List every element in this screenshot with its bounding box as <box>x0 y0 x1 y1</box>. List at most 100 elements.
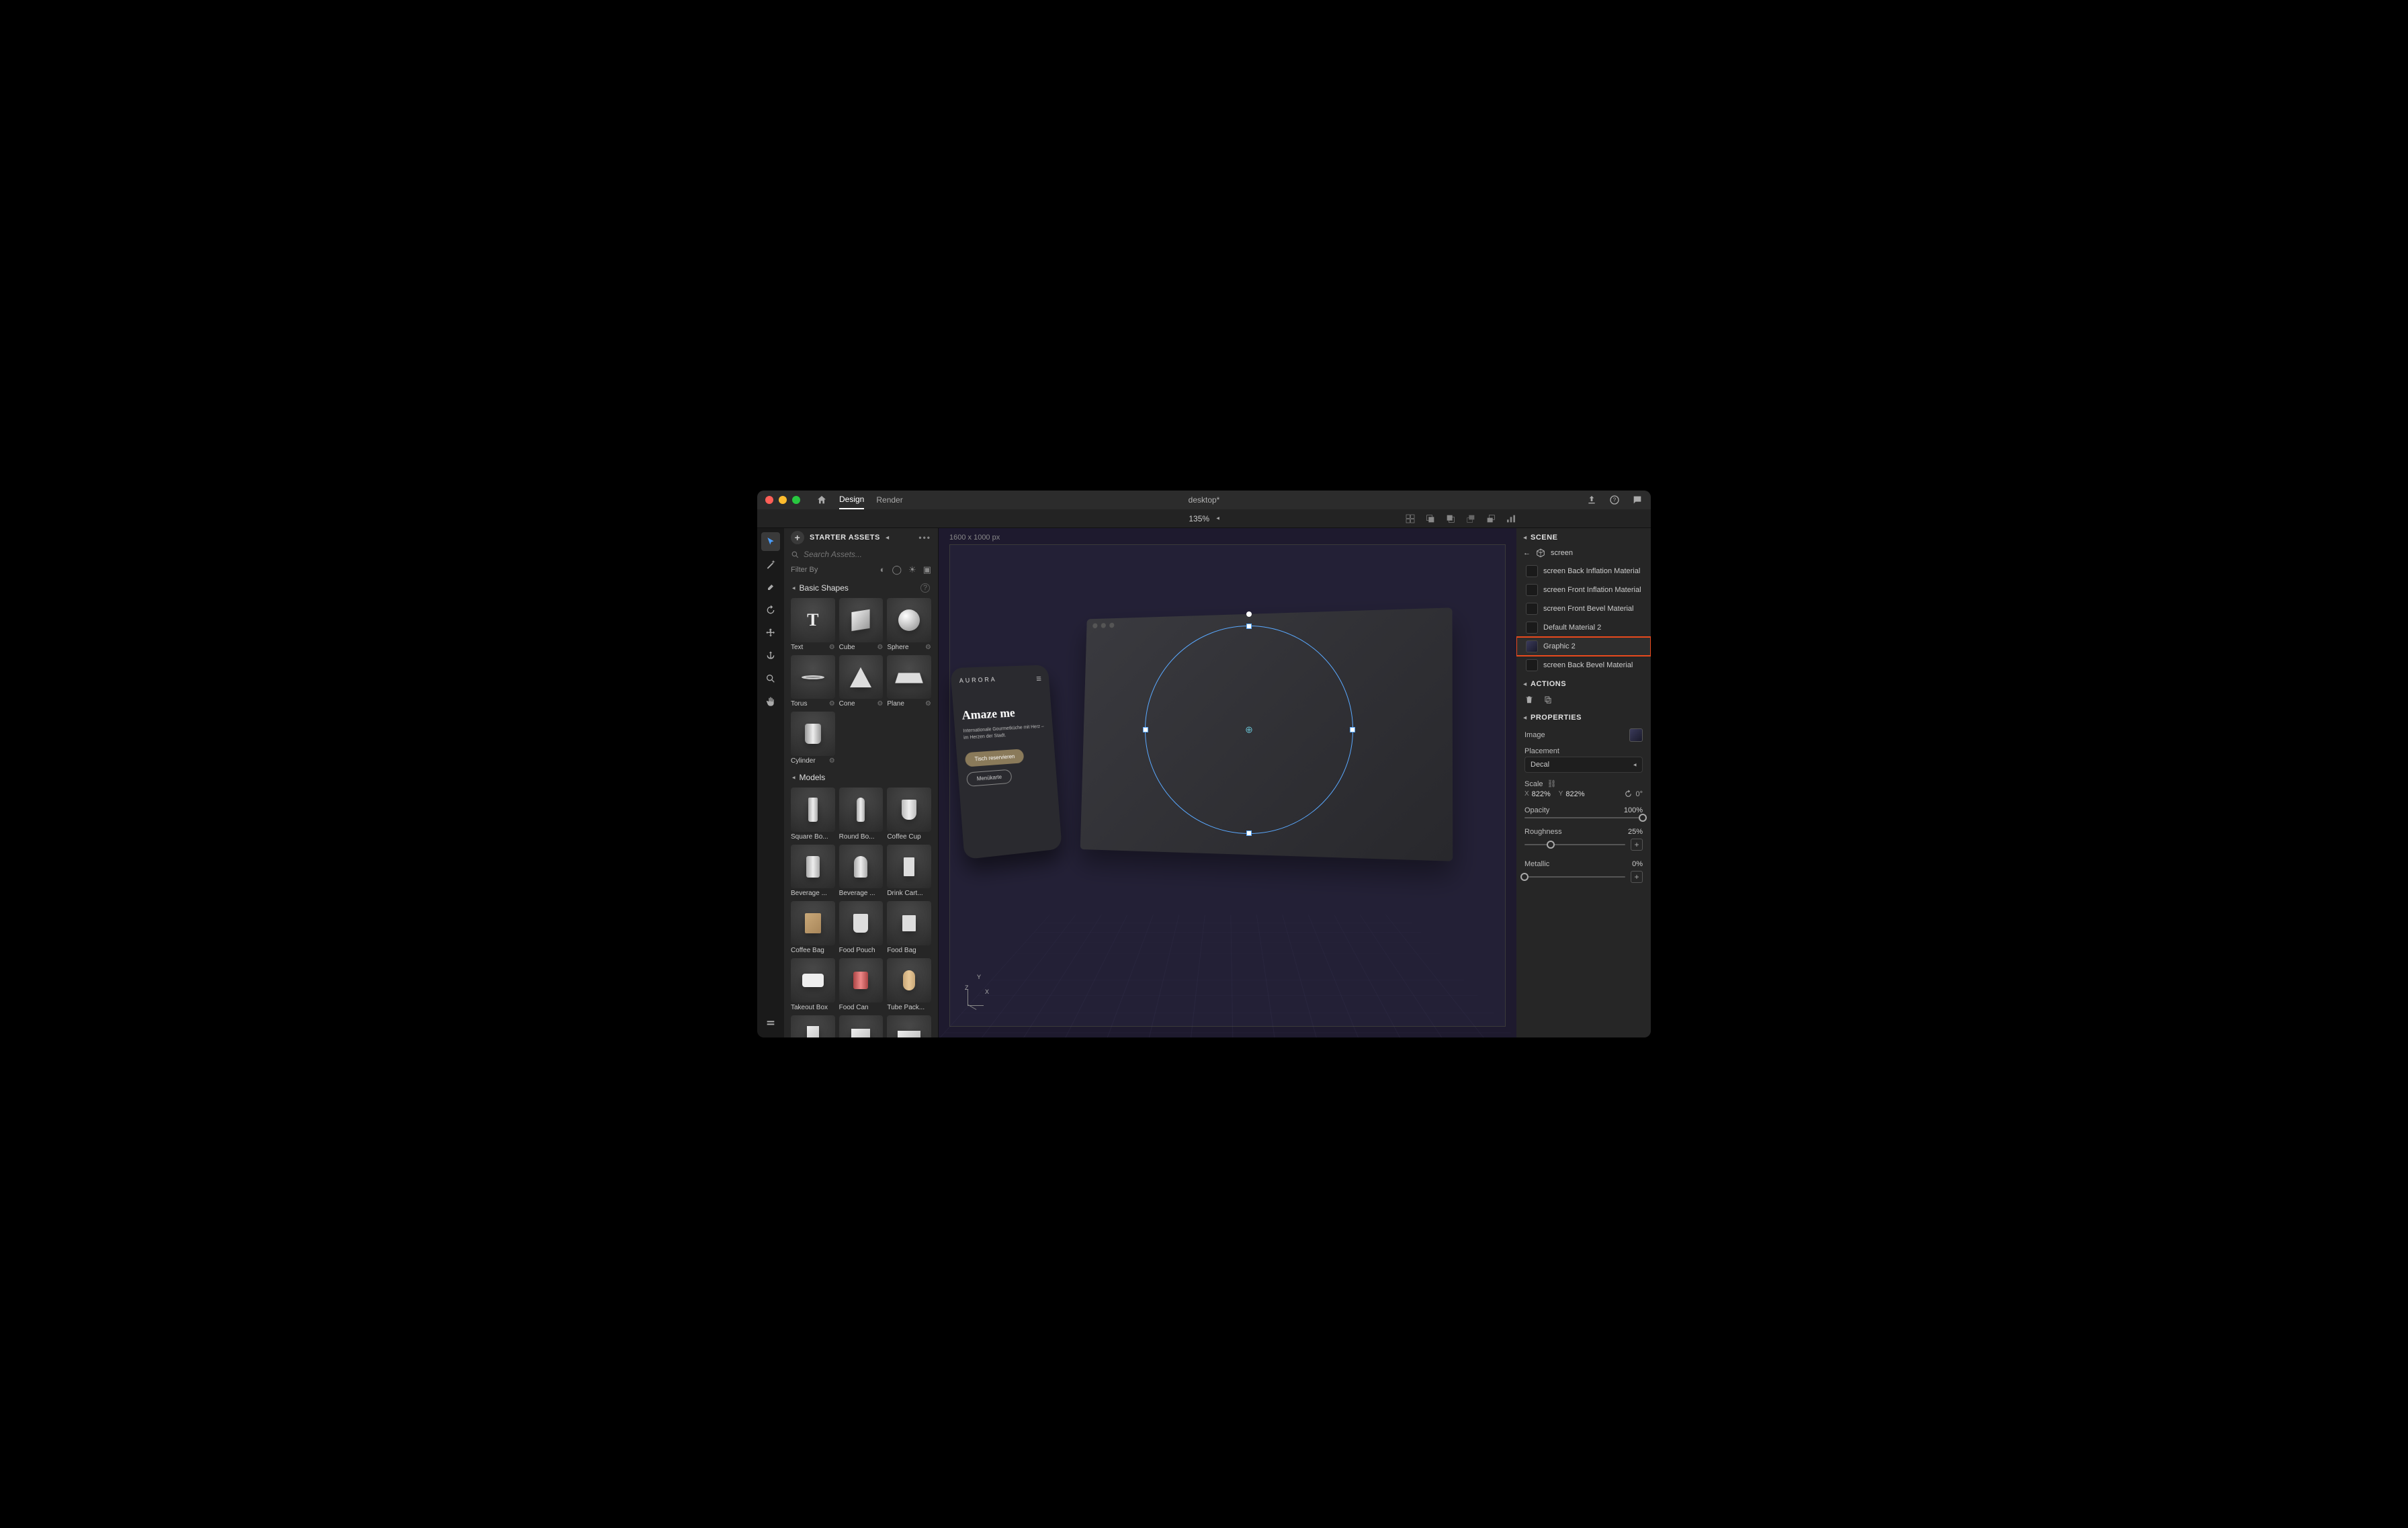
render-settings-icon[interactable] <box>1506 513 1516 524</box>
minimize-window[interactable] <box>779 496 787 504</box>
asset-options-icon[interactable]: ⚙ <box>925 644 931 651</box>
close-window[interactable] <box>765 496 773 504</box>
asset-options-icon[interactable]: ⚙ <box>829 700 835 708</box>
rotation-input[interactable]: 0° <box>1635 790 1643 798</box>
asset-beverage-1[interactable]: Beverage ... <box>791 845 835 898</box>
scale-y-input[interactable]: 822% <box>1565 790 1590 798</box>
snap-front-icon[interactable] <box>1465 513 1476 524</box>
scene-item[interactable]: screen Back Bevel Material <box>1516 656 1651 675</box>
assets-scroll[interactable]: ▸ Basic Shapes ? TText⚙ Cube⚙ Sphere⚙ To… <box>784 578 938 1037</box>
image-swatch[interactable] <box>1629 728 1643 742</box>
mock-phone[interactable]: AURORA ≡ Amaze me Internationale Gourmet… <box>950 665 1062 859</box>
asset-square-bottle[interactable]: Square Bo... <box>791 788 835 841</box>
chat-icon[interactable] <box>1632 495 1643 505</box>
placement-select[interactable]: Decal ▸ <box>1524 757 1643 773</box>
actions-section-header[interactable]: ▸ ACTIONS <box>1516 675 1651 691</box>
asset-takeout-box[interactable]: Takeout Box <box>791 958 835 1011</box>
delete-icon[interactable] <box>1524 695 1534 704</box>
asset-options-icon[interactable]: ⚙ <box>829 757 835 765</box>
select-tool[interactable] <box>761 532 780 551</box>
grid-toggle-icon[interactable] <box>1405 513 1416 524</box>
scene-root-name: screen <box>1551 549 1573 557</box>
properties-section-header[interactable]: ▸ PROPERTIES <box>1516 708 1651 724</box>
asset-food-pouch[interactable]: Food Pouch <box>839 901 884 954</box>
panel-toggle[interactable] <box>761 1013 780 1032</box>
search-input[interactable] <box>804 550 931 559</box>
asset-sphere[interactable]: Sphere⚙ <box>887 598 931 651</box>
zoom-dropdown[interactable]: 135% ▸ <box>1189 514 1219 523</box>
brush-tool[interactable] <box>761 578 780 597</box>
help-icon[interactable]: ? <box>1609 495 1620 505</box>
tab-render[interactable]: Render <box>876 491 902 509</box>
panel-menu-button[interactable]: ••• <box>918 533 931 542</box>
asset-box-with-opening[interactable]: Box with O... <box>887 1015 931 1037</box>
opacity-slider[interactable] <box>1524 817 1643 818</box>
roughness-slider[interactable] <box>1524 844 1625 845</box>
prop-scale-label: Scale <box>1524 780 1543 788</box>
scene-item[interactable]: screen Front Inflation Material <box>1516 581 1651 599</box>
help-icon[interactable]: ? <box>920 583 930 593</box>
asset-tall-box[interactable]: Tall Box <box>791 1015 835 1037</box>
scene-item[interactable]: screen Back Inflation Material <box>1516 562 1651 581</box>
tab-design[interactable]: Design <box>839 491 864 509</box>
scene-item[interactable]: Default Material 2 <box>1516 618 1651 637</box>
section-basic-shapes[interactable]: ▸ Basic Shapes ? <box>788 578 934 595</box>
asset-cylinder[interactable]: Cylinder⚙ <box>791 712 835 765</box>
scene-item[interactable]: screen Front Bevel Material <box>1516 599 1651 618</box>
magic-wand-tool[interactable] <box>761 555 780 574</box>
asset-coffee-cup[interactable]: Coffee Cup <box>887 788 931 841</box>
asset-plane[interactable]: Plane⚙ <box>887 655 931 708</box>
link-icon[interactable]: ⛓ <box>1547 779 1557 788</box>
asset-food-can[interactable]: Food Can <box>839 958 884 1011</box>
asset-text[interactable]: TText⚙ <box>791 598 835 651</box>
reset-rotation-icon[interactable] <box>1624 790 1633 798</box>
send-backward-icon[interactable] <box>1445 513 1456 524</box>
mock-desktop-screen[interactable] <box>1080 607 1453 861</box>
filter-image-icon[interactable]: ▣ <box>923 564 931 575</box>
asset-options-icon[interactable]: ⚙ <box>829 644 835 651</box>
asset-coffee-bag[interactable]: Coffee Bag <box>791 901 835 954</box>
chevron-down-icon[interactable]: ▸ <box>886 534 889 542</box>
phone-headline: Amaze me <box>961 704 1045 722</box>
chevron-down-icon: ▸ <box>1216 515 1219 522</box>
maximize-window[interactable] <box>792 496 800 504</box>
move-tool[interactable] <box>761 624 780 642</box>
rotate-tool[interactable] <box>761 601 780 620</box>
asset-beverage-2[interactable]: Beverage ... <box>839 845 884 898</box>
scene-section-header[interactable]: ▸ SCENE <box>1516 528 1651 544</box>
cube-icon <box>1536 548 1545 558</box>
scene-item-selected[interactable]: Graphic 2 <box>1516 637 1651 656</box>
asset-options-icon[interactable]: ⚙ <box>925 700 931 708</box>
metallic-slider[interactable] <box>1524 876 1625 878</box>
metallic-add-button[interactable]: + <box>1631 871 1643 883</box>
asset-cube[interactable]: Cube⚙ <box>839 598 884 651</box>
hand-tool[interactable] <box>761 692 780 711</box>
home-icon[interactable] <box>816 495 827 505</box>
viewport[interactable]: 1600 x 1000 px AURORA ≡ Amaze me Interna… <box>939 528 1516 1037</box>
asset-cube-box[interactable]: Cube Box <box>839 1015 884 1037</box>
asset-torus[interactable]: Torus⚙ <box>791 655 835 708</box>
scale-x-input[interactable]: 822% <box>1532 790 1556 798</box>
asset-food-bag[interactable]: Food Bag <box>887 901 931 954</box>
filter-model-icon[interactable]: ◯ <box>892 564 902 575</box>
share-icon[interactable] <box>1586 495 1597 505</box>
zoom-tool[interactable] <box>761 669 780 688</box>
add-asset-button[interactable]: + <box>791 531 804 544</box>
hamburger-icon: ≡ <box>1036 673 1042 684</box>
asset-round-bottle[interactable]: Round Bo... <box>839 788 884 841</box>
copy-icon[interactable] <box>1543 695 1553 704</box>
asset-tube-pack[interactable]: Tube Pack... <box>887 958 931 1011</box>
filter-light-icon[interactable]: ☀ <box>908 564 916 575</box>
scene-back-button[interactable]: ← screen <box>1516 544 1651 562</box>
asset-cone[interactable]: Cone⚙ <box>839 655 884 708</box>
roughness-add-button[interactable]: + <box>1631 839 1643 851</box>
asset-options-icon[interactable]: ⚙ <box>877 700 883 708</box>
metallic-value: 0% <box>1632 860 1643 868</box>
snap-back-icon[interactable] <box>1486 513 1496 524</box>
filter-material-icon[interactable]: ◐ <box>880 564 886 575</box>
asset-drink-carton[interactable]: Drink Cart... <box>887 845 931 898</box>
asset-options-icon[interactable]: ⚙ <box>877 644 883 651</box>
section-models[interactable]: ▸ Models <box>788 767 934 785</box>
bring-forward-icon[interactable] <box>1425 513 1436 524</box>
anchor-tool[interactable] <box>761 646 780 665</box>
